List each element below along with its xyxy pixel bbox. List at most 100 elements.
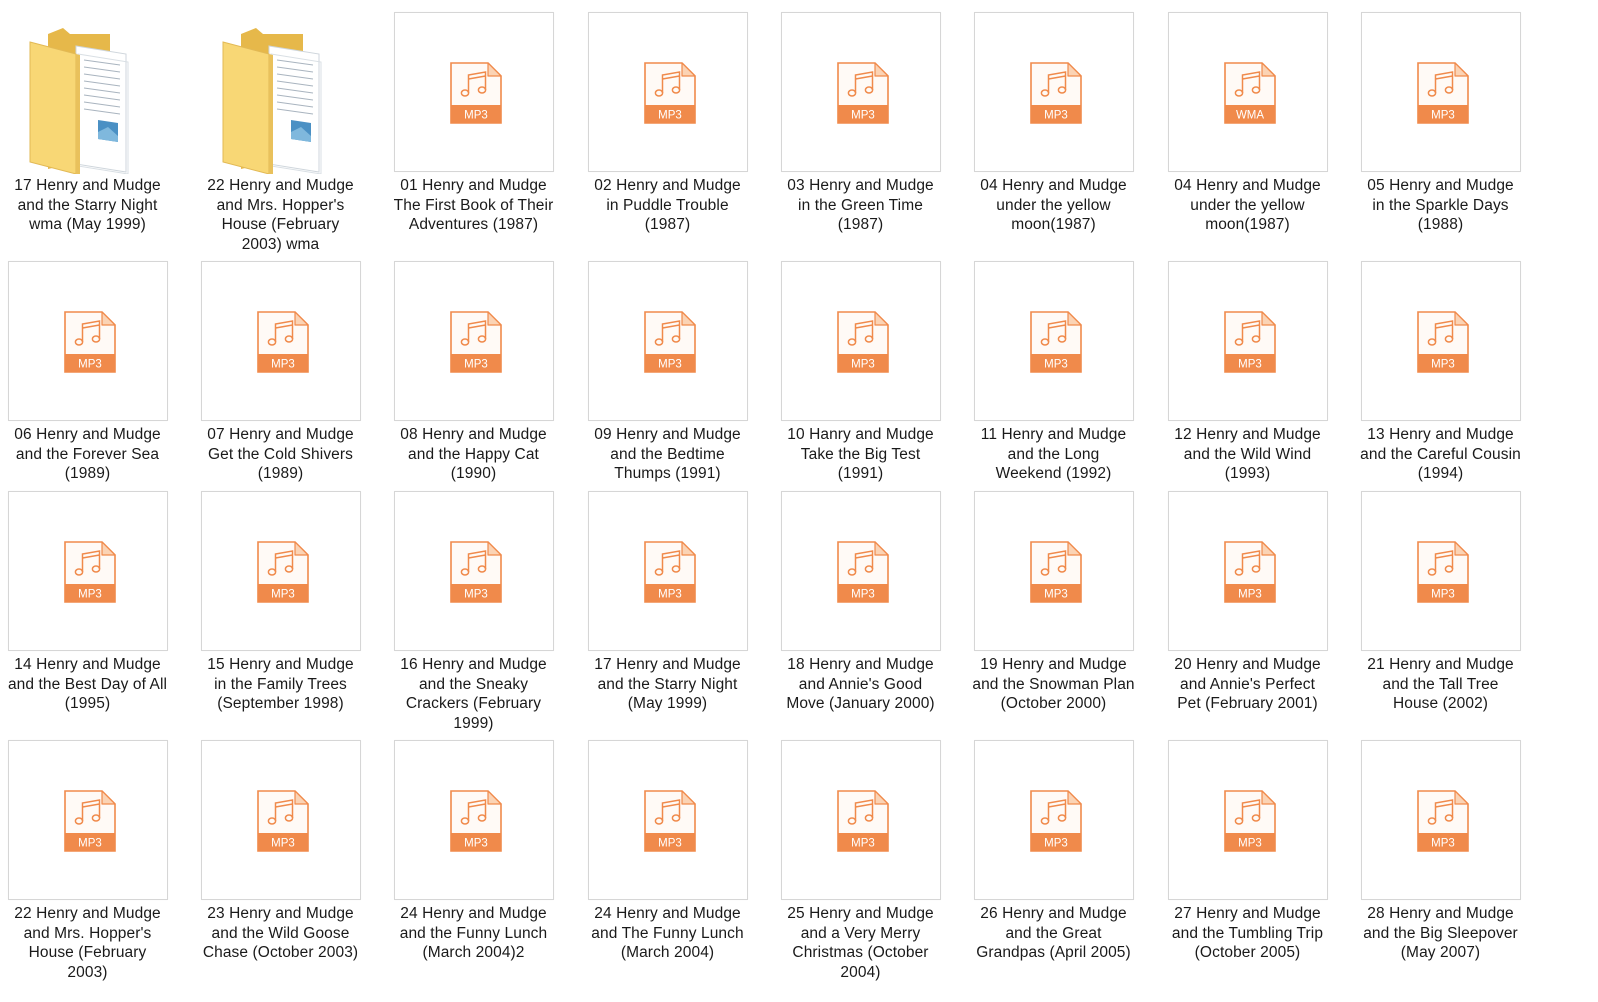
file-item[interactable]: MP3 08 Henry and Mudge and the Happy Cat … [377,261,570,506]
item-thumbnail[interactable]: MP3 [974,491,1134,651]
file-extension-label: MP3 [658,589,682,601]
file-item[interactable]: MP3 21 Henry and Mudge and the Tall Tree … [1344,491,1537,736]
item-label: 13 Henry and Mudge and the Careful Cousi… [1360,426,1521,482]
item-thumbnail[interactable]: MP3 [1168,261,1328,421]
file-item[interactable]: MP3 16 Henry and Mudge and the Sneaky Cra… [377,491,570,736]
item-thumbnail[interactable]: MP3 [781,491,941,651]
item-label: 23 Henry and Mudge and the Wild Goose Ch… [202,905,359,961]
item-thumbnail[interactable]: MP3 [588,491,748,651]
file-item[interactable]: MP3 25 Henry and Mudge and a Very Merry C… [764,740,957,985]
item-thumbnail[interactable]: MP3 [588,261,748,421]
item-label: 28 Henry and Mudge and the Big Sleepover… [1363,905,1518,961]
item-thumbnail[interactable] [201,12,361,174]
item-thumbnail[interactable]: MP3 [8,261,168,421]
file-item[interactable]: MP3 15 Henry and Mudge in the Family Tree… [184,491,377,736]
item-label: 06 Henry and Mudge and the Forever Sea (… [14,426,161,482]
file-item[interactable]: MP3 11 Henry and Mudge and the Long Weeke… [957,261,1150,506]
file-grid: 17 Henry and Mudge and the Starry Night … [0,0,1598,1002]
music-file-icon: WMA [1224,62,1276,124]
file-item[interactable]: MP3 05 Henry and Mudge in the Sparkle Day… [1344,12,1537,257]
file-extension-label: MP3 [851,110,875,122]
file-extension-label: MP3 [1044,838,1068,850]
file-item[interactable]: MP3 23 Henry and Mudge and the Wild Goose… [184,740,377,985]
item-thumbnail[interactable]: MP3 [781,12,941,172]
file-extension-label: MP3 [851,589,875,601]
file-item[interactable]: MP3 18 Henry and Mudge and Annie's Good M… [764,491,957,736]
file-item[interactable]: MP3 02 Henry and Mudge in Puddle Trouble … [571,12,764,257]
item-label: 24 Henry and Mudge and the Funny Lunch (… [399,905,548,961]
item-thumbnail[interactable]: MP3 [394,12,554,172]
item-thumbnail[interactable]: MP3 [1361,491,1521,651]
file-item[interactable]: MP3 06 Henry and Mudge and the Forever Se… [0,261,184,506]
file-extension-label: MP3 [1431,589,1455,601]
music-file-icon: MP3 [257,311,309,373]
file-extension-label: MP3 [464,110,488,122]
item-thumbnail[interactable]: MP3 [1361,12,1521,172]
item-thumbnail[interactable]: MP3 [201,261,361,421]
item-label: 17 Henry and Mudge and the Starry Night … [594,656,741,712]
item-thumbnail[interactable]: MP3 [781,261,941,421]
item-thumbnail[interactable]: MP3 [1361,261,1521,421]
file-item[interactable]: MP3 13 Henry and Mudge and the Careful Co… [1344,261,1537,506]
item-thumbnail[interactable]: MP3 [394,491,554,651]
item-thumbnail[interactable]: MP3 [8,491,168,651]
file-extension-label: MP3 [658,359,682,371]
item-thumbnail[interactable]: MP3 [588,740,748,900]
music-file-icon: MP3 [257,541,309,603]
folder-item[interactable]: 17 Henry and Mudge and the Starry Night … [0,12,184,257]
music-file-icon: MP3 [837,62,889,124]
file-item[interactable]: MP3 03 Henry and Mudge in the Green Time … [764,12,957,257]
file-item[interactable]: WMA 04 Henry and Mudge under the yellow m… [1151,12,1344,257]
item-thumbnail[interactable]: MP3 [974,261,1134,421]
item-label: 15 Henry and Mudge in the Family Trees (… [207,656,354,712]
music-file-icon: MP3 [1224,541,1276,603]
file-item[interactable]: MP3 12 Henry and Mudge and the Wild Wind … [1151,261,1344,506]
item-thumbnail[interactable]: MP3 [1168,740,1328,900]
file-item[interactable]: MP3 26 Henry and Mudge and the Great Gran… [957,740,1150,985]
item-thumbnail[interactable] [8,12,168,174]
music-file-icon: MP3 [1417,541,1469,603]
item-thumbnail[interactable]: MP3 [781,740,941,900]
music-file-icon: MP3 [450,62,502,124]
file-item[interactable]: MP3 27 Henry and Mudge and the Tumbling T… [1151,740,1344,985]
item-label: 04 Henry and Mudge under the yellow moon… [980,177,1127,233]
file-item[interactable]: MP3 20 Henry and Mudge and Annie's Perfec… [1151,491,1344,736]
file-extension-label: MP3 [78,838,102,850]
item-label: 19 Henry and Mudge and the Snowman Plan … [972,656,1135,712]
file-item[interactable]: MP3 17 Henry and Mudge and the Starry Nig… [571,491,764,736]
item-thumbnail[interactable]: MP3 [974,12,1134,172]
item-thumbnail[interactable]: MP3 [394,261,554,421]
item-thumbnail[interactable]: MP3 [588,12,748,172]
item-thumbnail[interactable]: MP3 [201,740,361,900]
item-thumbnail[interactable]: MP3 [201,491,361,651]
music-file-icon: MP3 [644,62,696,124]
item-label: 12 Henry and Mudge and the Wild Wind (19… [1174,426,1321,482]
music-file-icon: MP3 [837,790,889,852]
file-item[interactable]: MP3 07 Henry and Mudge Get the Cold Shive… [184,261,377,506]
file-item[interactable]: MP3 09 Henry and Mudge and the Bedtime Th… [571,261,764,506]
file-item[interactable]: MP3 10 Hanry and Mudge Take the Big Test … [764,261,957,506]
item-thumbnail[interactable]: MP3 [974,740,1134,900]
folder-item[interactable]: 22 Henry and Mudge and Mrs. Hopper's Hou… [184,12,377,257]
item-thumbnail[interactable]: MP3 [8,740,168,900]
file-item[interactable]: MP3 22 Henry and Mudge and Mrs. Hopper's … [0,740,184,985]
item-thumbnail[interactable]: MP3 [1168,491,1328,651]
file-item[interactable]: MP3 01 Henry and Mudge The First Book of … [377,12,570,257]
file-extension-label: MP3 [1431,359,1455,371]
file-item[interactable]: MP3 04 Henry and Mudge under the yellow m… [957,12,1150,257]
file-extension-label: MP3 [1044,359,1068,371]
file-extension-label: MP3 [464,359,488,371]
item-label: 26 Henry and Mudge and the Great Grandpa… [976,905,1131,961]
folder-icon [29,28,129,174]
item-thumbnail[interactable]: MP3 [1361,740,1521,900]
item-label: 17 Henry and Mudge and the Starry Night … [14,177,161,233]
file-item[interactable]: MP3 24 Henry and Mudge and the Funny Lunc… [377,740,570,985]
file-item[interactable]: MP3 19 Henry and Mudge and the Snowman Pl… [957,491,1150,736]
item-thumbnail[interactable]: WMA [1168,12,1328,172]
item-thumbnail[interactable]: MP3 [394,740,554,900]
file-item[interactable]: MP3 14 Henry and Mudge and the Best Day o… [0,491,184,736]
file-item[interactable]: MP3 24 Henry and Mudge and The Funny Lunc… [571,740,764,985]
music-file-icon: MP3 [1417,790,1469,852]
file-extension-label: MP3 [658,110,682,122]
file-item[interactable]: MP3 28 Henry and Mudge and the Big Sleepo… [1344,740,1537,985]
